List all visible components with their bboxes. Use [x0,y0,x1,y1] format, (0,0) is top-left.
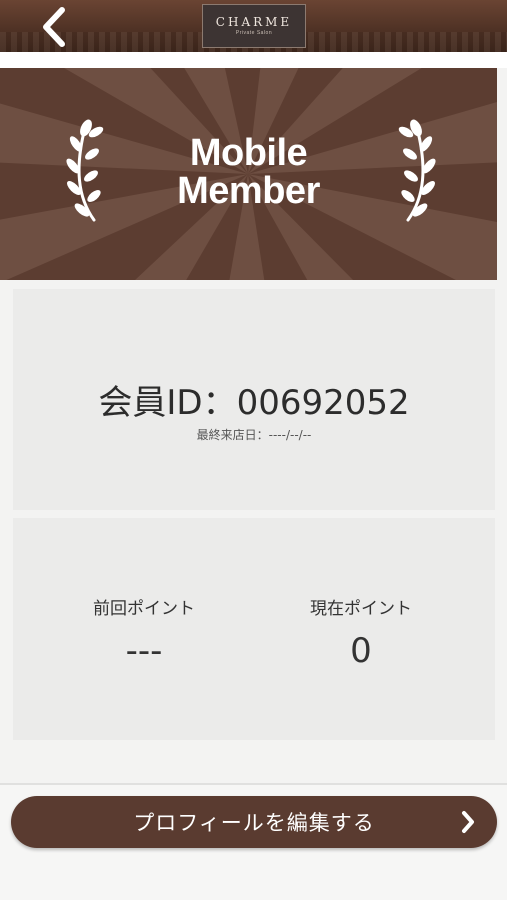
brand-logo: CHARME Private Salon [202,4,306,48]
logo-brand-text: CHARME [215,15,293,29]
previous-points: 前回ポイント --- [44,594,244,671]
edit-profile-label: プロフィールを編集する [133,811,375,835]
banner-title-line1: Mobile [189,132,308,174]
header-spacer [0,52,507,68]
app-header: CHARME Private Salon [0,0,507,52]
points-card: 前回ポイント --- 現在ポイント 0 [13,518,495,740]
banner-title-line2: Member [177,170,320,212]
banner-title: Mobile Member [0,134,497,210]
previous-points-label: 前回ポイント [93,599,195,619]
current-points-label: 現在ポイント [310,599,412,619]
chevron-left-icon [43,7,65,47]
member-id-card: 会員ID：00692052 最終来店日：----/--/-- [13,289,495,510]
current-points: 現在ポイント 0 [261,594,461,671]
mobile-member-banner: Mobile Member [0,68,497,280]
previous-points-value: --- [125,631,163,671]
chevron-right-icon [462,811,474,833]
member-id: 会員ID：00692052 [98,383,410,423]
current-points-value: 0 [350,631,372,671]
logo-sub-text: Private Salon [235,30,273,36]
back-button[interactable] [34,6,74,48]
last-visit-date: 最終来店日：----/--/-- [196,428,312,442]
edit-profile-button[interactable]: プロフィールを編集する [11,796,497,848]
